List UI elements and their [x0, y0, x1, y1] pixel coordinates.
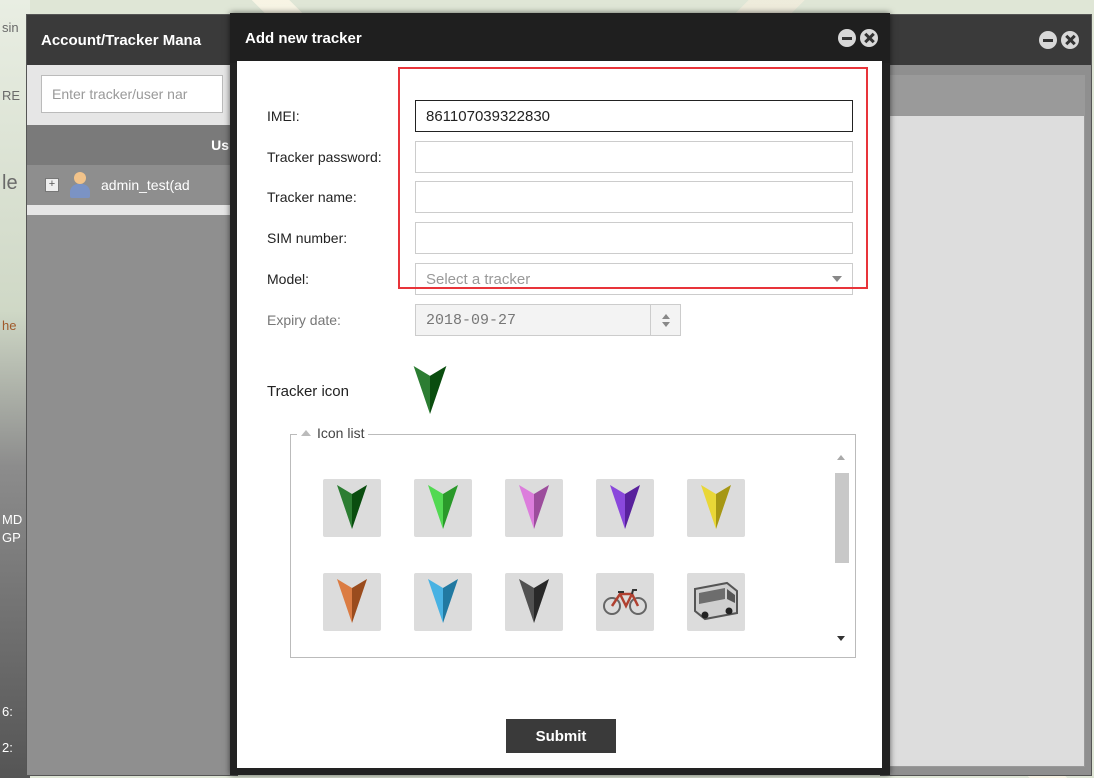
purple-arrow-icon: [610, 484, 640, 532]
close-icon[interactable]: [860, 29, 878, 47]
model-placeholder: Select a tracker: [426, 270, 531, 288]
chevron-down-icon[interactable]: [832, 276, 842, 282]
icon-option[interactable]: [414, 573, 472, 631]
sim-row: SIM number:: [267, 222, 853, 254]
password-row: Tracker password:: [267, 141, 853, 173]
icon-list-scrollbar[interactable]: [833, 451, 849, 651]
bicycle-icon: [602, 586, 648, 619]
yellow-arrow-icon: [701, 484, 731, 532]
map-fragment: he: [2, 318, 17, 333]
icon-list-fieldset: Icon list: [290, 425, 856, 658]
dialog-title: Add new tracker: [245, 29, 362, 47]
black-arrow-icon: [519, 578, 549, 626]
bus-icon: [691, 581, 741, 624]
submit-button[interactable]: Submit: [506, 719, 616, 753]
account-search-input[interactable]: Enter tracker/user nar: [41, 75, 223, 113]
map-fragment: 2:: [2, 740, 13, 755]
right-panel-toolbar: [889, 75, 1085, 116]
selected-tracker-icon: [413, 366, 447, 417]
map-fragment: GP: [2, 530, 21, 545]
map-fragment: le: [2, 172, 18, 194]
tracker-name-label: Tracker name:: [267, 189, 357, 205]
spin-up-icon[interactable]: [661, 313, 670, 319]
icon-option[interactable]: [323, 479, 381, 537]
add-tracker-dialog: Add new tracker IMEI: 861107039322830 Tr…: [230, 13, 890, 775]
green-dark-arrow-icon: [337, 484, 367, 532]
map-fragment: RE: [2, 88, 21, 103]
scroll-up-icon[interactable]: [837, 455, 845, 460]
right-panel-window: [880, 14, 1092, 776]
tracker-icon-row: Tracker icon: [267, 366, 447, 417]
expiry-date-input[interactable]: 2018-09-27: [415, 304, 651, 336]
sim-number-input[interactable]: [415, 222, 853, 254]
icon-option[interactable]: [687, 573, 745, 631]
minimize-icon[interactable]: [1039, 31, 1057, 49]
model-row: Model: Select a tracker: [267, 263, 853, 295]
tracker-password-input[interactable]: [415, 141, 853, 173]
imei-row: IMEI: 861107039322830: [267, 100, 853, 132]
date-spinner[interactable]: [651, 304, 681, 336]
right-window-titlebar: [881, 15, 1091, 65]
model-select[interactable]: Select a tracker: [415, 263, 853, 295]
map-fragment: MD: [2, 512, 23, 527]
icon-list-legend[interactable]: Icon list: [297, 425, 369, 441]
password-label: Tracker password:: [267, 149, 382, 165]
account-window-title: Account/Tracker Mana: [27, 15, 237, 65]
icon-option[interactable]: [414, 479, 472, 537]
minimize-icon[interactable]: [838, 29, 856, 47]
icon-option[interactable]: [505, 573, 563, 631]
icon-grid: [323, 479, 745, 631]
tracker-icon-label: Tracker icon: [267, 383, 349, 400]
map-fragment: 6:: [2, 704, 13, 719]
dialog-body: IMEI: 861107039322830 Tracker password: …: [237, 61, 882, 768]
icon-option[interactable]: [687, 479, 745, 537]
expiry-label: Expiry date:: [267, 312, 341, 328]
tracker-name-input[interactable]: [415, 181, 853, 213]
model-label: Model:: [267, 271, 310, 287]
account-window-body: [27, 215, 237, 775]
icon-option[interactable]: [596, 479, 654, 537]
icon-option[interactable]: [596, 573, 654, 631]
name-row: Tracker name:: [267, 181, 853, 213]
account-column-header[interactable]: Us: [27, 125, 237, 165]
blue-arrow-icon: [428, 578, 458, 626]
icon-option[interactable]: [323, 573, 381, 631]
sim-label: SIM number:: [267, 230, 348, 246]
orange-arrow-icon: [337, 578, 367, 626]
map-fragment: sin: [2, 20, 19, 35]
account-row-label: admin_test(ad: [101, 177, 190, 193]
scroll-down-icon[interactable]: [837, 636, 845, 641]
expand-icon[interactable]: +: [45, 178, 59, 192]
dialog-titlebar: Add new tracker: [230, 13, 890, 63]
account-tracker-window: Account/Tracker Mana Enter tracker/user …: [26, 14, 238, 776]
icon-option[interactable]: [505, 479, 563, 537]
spin-down-icon[interactable]: [661, 321, 670, 327]
imei-input[interactable]: 861107039322830: [415, 100, 853, 132]
right-panel-body: [889, 115, 1085, 767]
scroll-thumb[interactable]: [835, 473, 849, 563]
imei-label: IMEI:: [267, 108, 300, 124]
icon-list-label: Icon list: [317, 425, 365, 441]
user-icon: [69, 172, 91, 198]
account-tree-row[interactable]: + admin_test(ad: [27, 165, 237, 205]
green-light-arrow-icon: [428, 484, 458, 532]
expiry-row: Expiry date: 2018-09-27: [267, 304, 681, 336]
close-icon[interactable]: [1061, 31, 1079, 49]
pink-arrow-icon: [519, 484, 549, 532]
collapse-icon[interactable]: [301, 430, 311, 436]
